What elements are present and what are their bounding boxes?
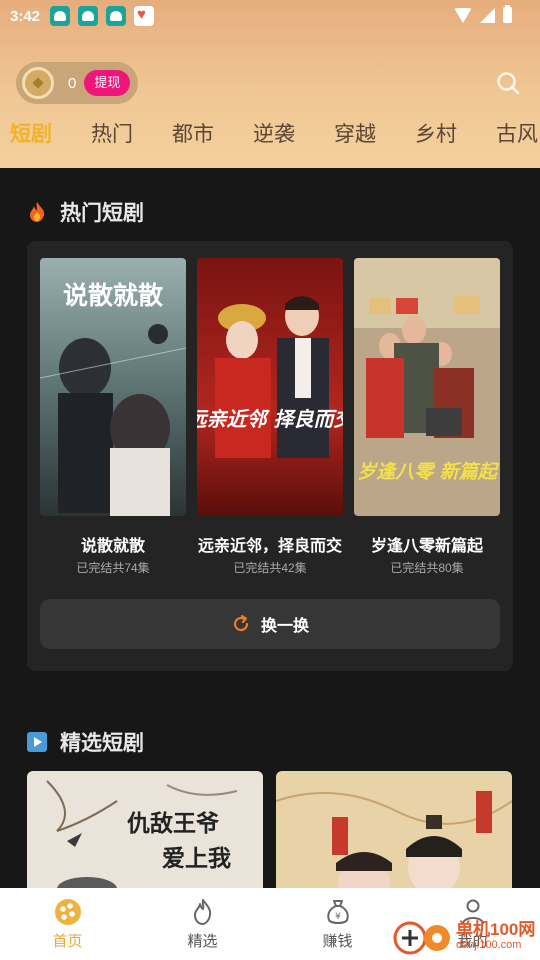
hot-section-label: 热门短剧 bbox=[60, 202, 144, 225]
coin-balance-pill[interactable]: 0 提现 bbox=[16, 62, 138, 104]
drama-episodes: 已完结共80集 bbox=[390, 561, 464, 575]
nav-home[interactable]: 首页 bbox=[0, 888, 135, 960]
status-bar: 3:42 bbox=[0, 0, 540, 32]
top-header: 3:42 0 提现 短剧 热门 都市 逆袭 穿越 乡村 古风 bbox=[0, 0, 540, 168]
refresh-label: 换一换 bbox=[260, 618, 309, 635]
coin-count: 0 bbox=[68, 74, 77, 92]
watermark-url: danji100.com bbox=[456, 939, 522, 951]
picks-section-title: 精选短剧 bbox=[26, 727, 144, 757]
search-icon[interactable] bbox=[496, 71, 520, 95]
nav-earn[interactable]: ¥ 赚钱 bbox=[270, 888, 405, 960]
pick-poster[interactable]: 仇敌王爷 爱上我 bbox=[27, 771, 263, 891]
flame-icon bbox=[30, 202, 45, 222]
drama-episodes: 已完结共74集 bbox=[76, 561, 150, 575]
money-bag-icon: ¥ bbox=[326, 900, 349, 924]
coin-icon bbox=[22, 67, 54, 99]
tab-village[interactable]: 乡村 bbox=[415, 118, 457, 148]
tab-time-travel[interactable]: 穿越 bbox=[334, 118, 376, 148]
watermark-logo bbox=[393, 921, 450, 955]
drama-poster[interactable]: 岁逢八零 新篇起 bbox=[354, 258, 500, 516]
poster-title-art: 远亲近邻 择良而交 bbox=[197, 407, 343, 431]
drama-poster[interactable]: 远亲近邻 择良而交 bbox=[197, 258, 343, 516]
signal-icon bbox=[480, 7, 495, 23]
poster-title-art: 爱上我 bbox=[162, 845, 231, 872]
pick-poster-image bbox=[276, 771, 512, 891]
app-notification-icon bbox=[78, 6, 99, 26]
refresh-icon bbox=[233, 614, 249, 632]
home-icon bbox=[54, 899, 81, 925]
play-icon bbox=[27, 732, 47, 752]
picks-section-label: 精选短剧 bbox=[60, 732, 144, 755]
drama-episodes: 已完结共42集 bbox=[233, 561, 307, 575]
withdraw-button[interactable]: 提现 bbox=[84, 70, 131, 96]
drama-poster-image: 远亲近邻 择良而交 bbox=[197, 258, 343, 516]
nav-picks[interactable]: 精选 bbox=[135, 888, 270, 960]
nav-home-label: 首页 bbox=[52, 933, 83, 950]
battery-icon bbox=[503, 5, 512, 23]
tab-hot[interactable]: 热门 bbox=[91, 118, 133, 148]
drama-title[interactable]: 远亲近邻，择良而交 bbox=[190, 532, 350, 556]
drama-title[interactable]: 岁逢八零新篇起 bbox=[347, 532, 507, 556]
heart-app-icon bbox=[134, 6, 155, 26]
refresh-button[interactable]: 换一换 bbox=[40, 599, 500, 649]
nav-picks-label: 精选 bbox=[187, 933, 218, 950]
watermark-text: 单机100网 bbox=[456, 920, 536, 939]
poster-title-art: 说散就散 bbox=[63, 281, 163, 310]
status-time: 3:42 bbox=[10, 7, 41, 25]
tab-ancient[interactable]: 古风 bbox=[496, 118, 538, 148]
svg-text:¥: ¥ bbox=[335, 912, 341, 922]
watermark: 单机100网 danji100.com bbox=[392, 916, 535, 956]
hot-section-title: 热门短剧 bbox=[26, 197, 144, 227]
tab-short-drama[interactable]: 短剧 bbox=[10, 118, 52, 148]
drama-poster-image: 说散就散 bbox=[40, 258, 186, 516]
poster-title-art: 仇敌王爷 bbox=[127, 810, 220, 837]
pick-poster-image: 仇敌王爷 爱上我 bbox=[27, 771, 263, 891]
app-notification-icon bbox=[106, 6, 127, 26]
flame-outline-icon bbox=[193, 899, 211, 925]
app-notification-icon bbox=[50, 6, 71, 26]
pick-poster[interactable] bbox=[276, 771, 512, 891]
hot-dramas-card: 说散就散 说散就散 已完结共74集 远亲近邻 择良而交 远亲近邻，择良而交 已完… bbox=[27, 241, 513, 671]
drama-poster-image: 岁逢八零 新篇起 bbox=[354, 258, 500, 516]
drama-title[interactable]: 说散就散 bbox=[33, 532, 193, 556]
drama-poster[interactable]: 说散就散 bbox=[40, 258, 186, 516]
wifi-icon bbox=[454, 7, 472, 23]
nav-earn-label: 赚钱 bbox=[322, 933, 353, 950]
category-tabs: 短剧 热门 都市 逆袭 穿越 乡村 古风 bbox=[10, 118, 540, 148]
poster-title-art: 岁逢八零 新篇起 bbox=[357, 461, 500, 483]
tab-comeback[interactable]: 逆袭 bbox=[253, 118, 295, 148]
tab-urban[interactable]: 都市 bbox=[172, 118, 214, 148]
